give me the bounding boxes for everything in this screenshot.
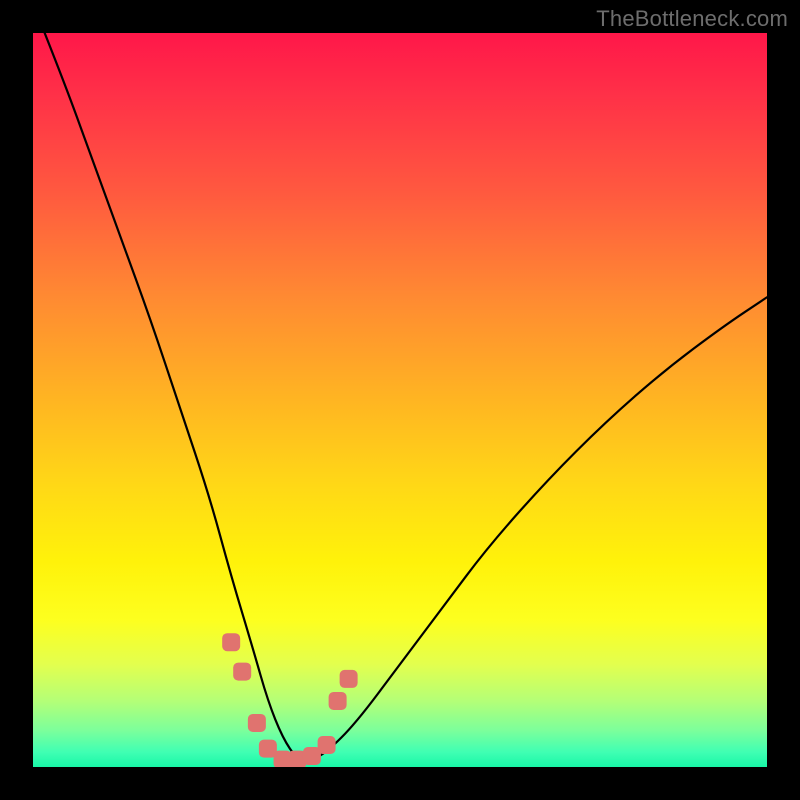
highlight-marker xyxy=(248,714,266,732)
highlight-marker xyxy=(340,670,358,688)
bottleneck-curve-path xyxy=(33,33,767,760)
highlight-marker xyxy=(318,736,336,754)
highlight-marker xyxy=(233,663,251,681)
watermark-text: TheBottleneck.com xyxy=(596,6,788,32)
plot-area xyxy=(33,33,767,767)
chart-svg xyxy=(33,33,767,767)
outer-frame: TheBottleneck.com xyxy=(0,0,800,800)
highlight-marker xyxy=(222,633,240,651)
highlight-marker xyxy=(329,692,347,710)
